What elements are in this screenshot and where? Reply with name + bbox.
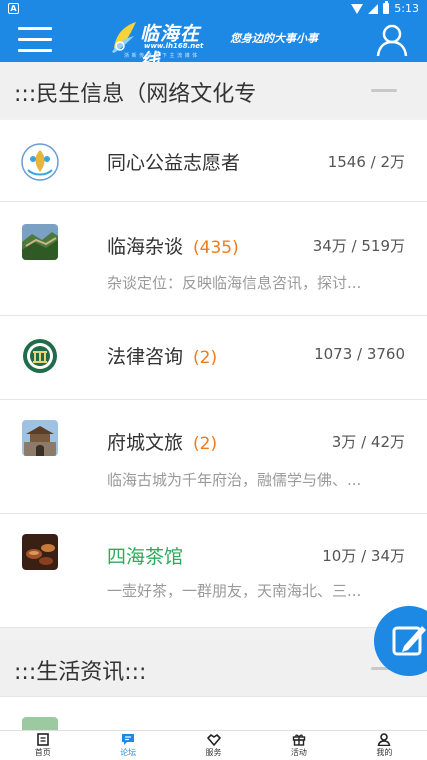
list-item[interactable]: 法律咨询 (2) 1073 / 3760	[0, 316, 427, 400]
forum-name: 四海茶馆	[107, 546, 184, 568]
forum-stats: 1073 / 3760	[314, 345, 405, 363]
list-item-partial	[0, 696, 427, 731]
forum-stats: 34万 / 519万	[312, 237, 405, 255]
wifi-icon	[351, 3, 364, 14]
app-bar: 临海在线 www.lh168.net 浙 新 传 媒 旗 下 主 流 媒 体 您…	[0, 18, 427, 72]
bottom-tab-bar: 首页 论坛 服务 活动 我的	[0, 730, 427, 760]
forum-thumbnail-icon	[22, 717, 58, 731]
slogan: 您身边的大事小事	[230, 32, 318, 45]
logo-subtitle: 浙 新 传 媒 旗 下 主 流 媒 体	[124, 53, 198, 59]
volunteer-emblem-icon	[21, 143, 59, 181]
forum-description: 一壶好茶，一群朋友，天南海北、三...	[107, 582, 362, 600]
service-icon	[206, 734, 221, 746]
edit-icon	[392, 626, 426, 656]
great-wall-photo-icon	[22, 224, 58, 260]
list-item[interactable]: 同心公益志愿者 1546 / 2万	[0, 120, 427, 202]
tab-label: 活动	[290, 748, 307, 757]
court-emblem-icon	[23, 339, 57, 373]
app-logo[interactable]: 临海在线 www.lh168.net 浙 新 传 媒 旗 下 主 流 媒 体	[110, 18, 216, 72]
compose-button[interactable]	[374, 606, 427, 676]
tea-photo-icon	[22, 534, 58, 570]
forum-icon	[122, 734, 135, 745]
tab-home[interactable]: 首页	[0, 731, 85, 760]
post-count: (2)	[193, 348, 218, 368]
tab-label: 论坛	[120, 748, 137, 757]
forum-stats: 1546 / 2万	[327, 153, 405, 171]
tab-label: 我的	[376, 748, 393, 757]
forum-description: 杂谈定位：反映临海信息咨讯，探讨...	[107, 274, 362, 292]
list-item[interactable]: 府城文旅 (2) 3万 / 42万 临海古城为千年府治，融儒学与佛、...	[0, 400, 427, 514]
logo-leaf-icon	[112, 22, 136, 53]
section-title: :::民生信息（网络文化专	[14, 82, 257, 107]
forum-name: 同心公益志愿者	[107, 152, 241, 174]
gift-icon	[292, 734, 306, 746]
city-gate-photo-icon	[22, 420, 58, 456]
tab-service[interactable]: 服务	[171, 731, 256, 760]
forum-name: 法律咨询 (2)	[107, 346, 218, 368]
home-icon	[36, 733, 49, 746]
tab-activity[interactable]: 活动	[256, 731, 341, 760]
forum-stats: 3万 / 42万	[331, 433, 405, 451]
list-item[interactable]: 四海茶馆 10万 / 34万 一壶好茶，一群朋友，天南海北、三...	[0, 514, 427, 628]
section-header-minsheng[interactable]: :::民生信息（网络文化专	[0, 62, 427, 118]
hamburger-icon[interactable]	[18, 27, 52, 53]
signal-icon	[368, 3, 379, 14]
clock: 5:13	[394, 2, 419, 15]
profile-icon	[377, 733, 391, 746]
status-bar: A 5:13	[0, 0, 427, 18]
list-item[interactable]: 临海杂谈 (435) 34万 / 519万 杂谈定位：反映临海信息咨讯，探讨...	[0, 202, 427, 316]
user-icon[interactable]	[375, 23, 409, 57]
post-count: (435)	[193, 238, 239, 258]
battery-icon	[383, 1, 390, 14]
tab-label: 首页	[34, 748, 51, 757]
notification-icon: A	[8, 3, 19, 14]
tab-label: 服务	[205, 748, 222, 757]
section-title: :::生活资讯:::	[14, 660, 147, 685]
forum-name: 临海杂谈 (435)	[107, 236, 239, 258]
forum-description: 临海古城为千年府治，融儒学与佛、...	[107, 471, 362, 489]
post-count: (2)	[193, 434, 218, 454]
logo-url: www.lh168.net	[144, 42, 204, 50]
collapse-icon[interactable]	[371, 89, 397, 92]
tab-forum[interactable]: 论坛	[85, 731, 170, 760]
section-header-shenghuo[interactable]: :::生活资讯:::	[0, 640, 427, 696]
tab-mine[interactable]: 我的	[342, 731, 427, 760]
forum-name: 府城文旅 (2)	[107, 432, 218, 454]
forum-stats: 10万 / 34万	[322, 547, 405, 565]
forum-list: 同心公益志愿者 1546 / 2万 临海杂谈 (435) 34万 / 519万 杂…	[0, 120, 427, 628]
